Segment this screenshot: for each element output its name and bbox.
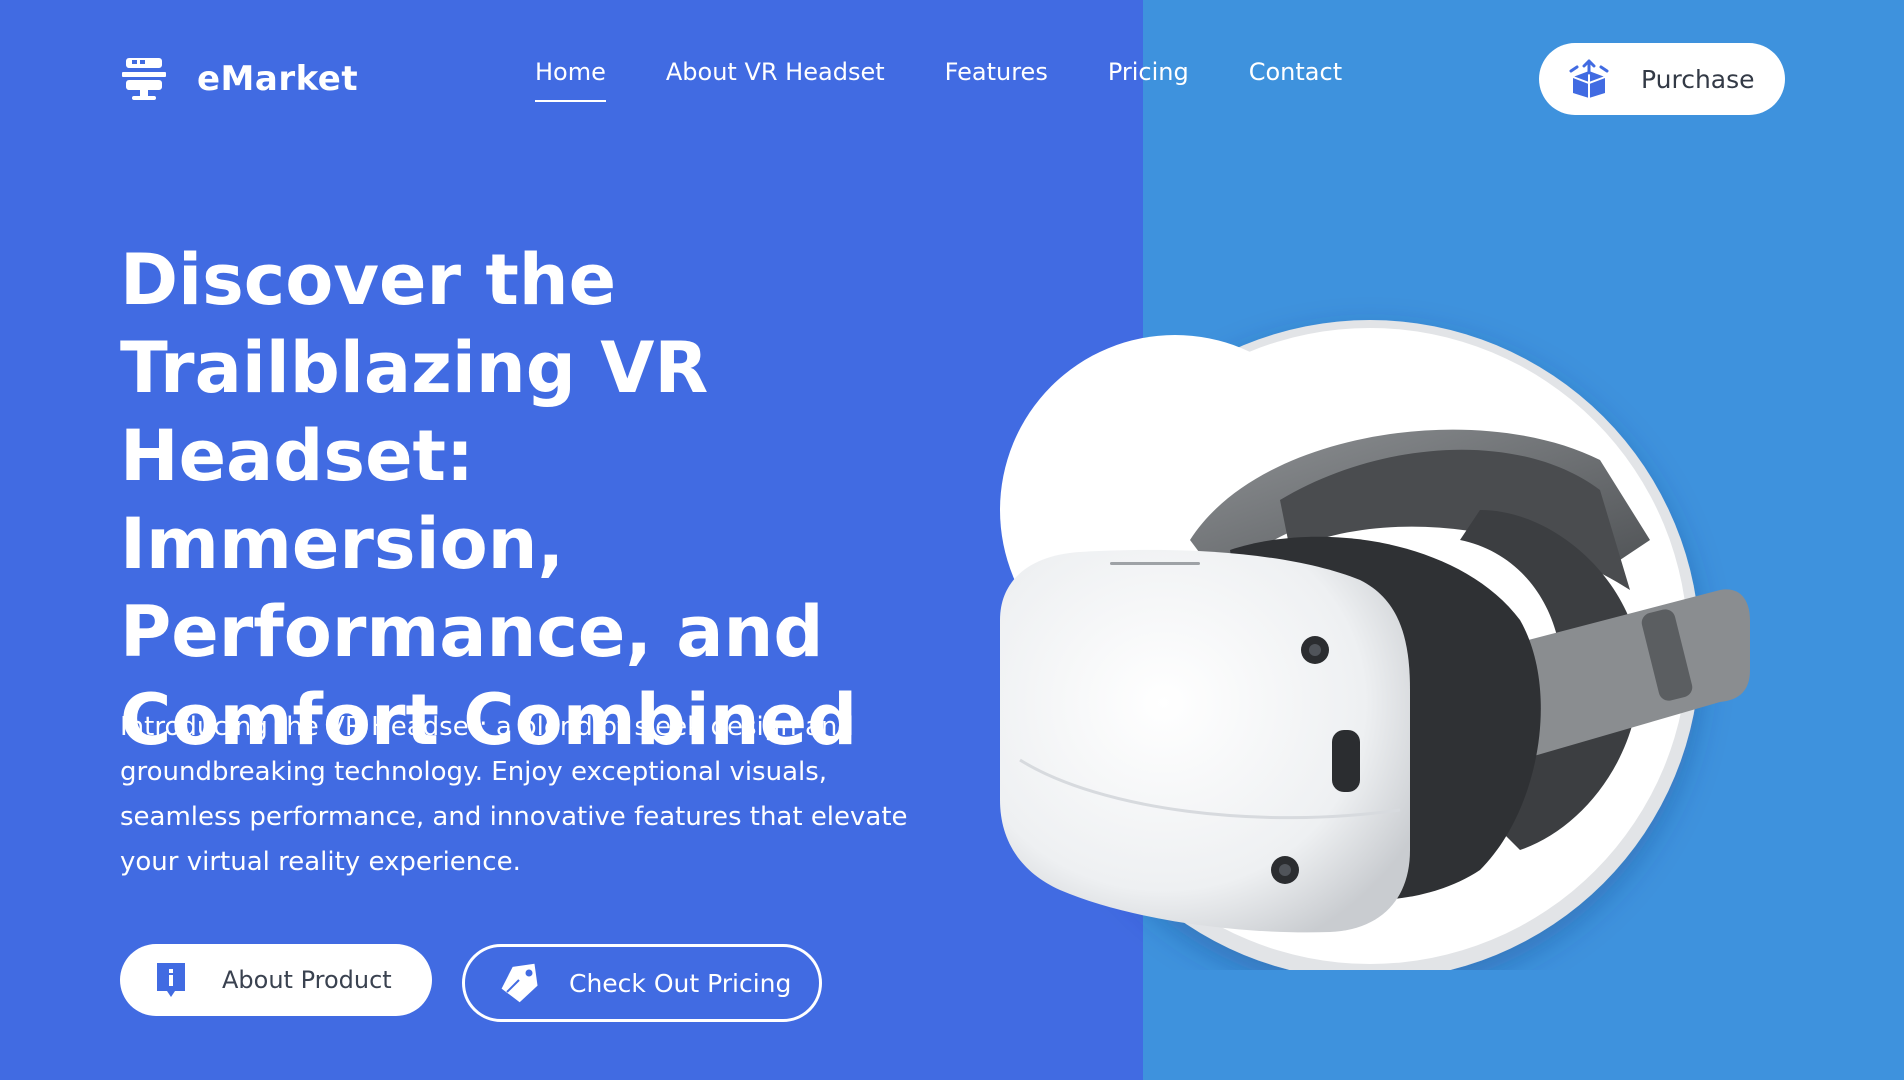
nav-about-vr-headset[interactable]: About VR Headset: [666, 54, 885, 104]
about-product-label: About Product: [222, 966, 392, 994]
nav-pricing[interactable]: Pricing: [1108, 54, 1189, 104]
hero-title: Discover the Trailblazing VR Headset: Im…: [120, 239, 858, 761]
vr-headset-image: [1000, 320, 1750, 970]
nav-home[interactable]: Home: [535, 54, 606, 104]
monitor-icon: [122, 58, 166, 100]
tag-icon: [501, 963, 538, 1003]
hero-description: Introducing the VR Headset: a blend of s…: [120, 712, 908, 877]
about-product-button[interactable]: About Product: [120, 944, 432, 1016]
purchase-label: Purchase: [1641, 64, 1755, 94]
brand-name: eMarket: [197, 59, 359, 99]
check-out-pricing-label: Check Out Pricing: [569, 968, 792, 998]
nav-contact[interactable]: Contact: [1249, 54, 1342, 104]
check-out-pricing-button[interactable]: Check Out Pricing: [462, 944, 822, 1022]
brand-logo[interactable]: eMarket: [122, 56, 358, 102]
box-icon: [1569, 59, 1609, 98]
nav-features[interactable]: Features: [945, 54, 1048, 104]
main-nav: Home About VR Headset Features Pricing C…: [535, 54, 1402, 104]
purchase-button[interactable]: Purchase: [1539, 43, 1785, 115]
info-icon: [157, 963, 185, 997]
